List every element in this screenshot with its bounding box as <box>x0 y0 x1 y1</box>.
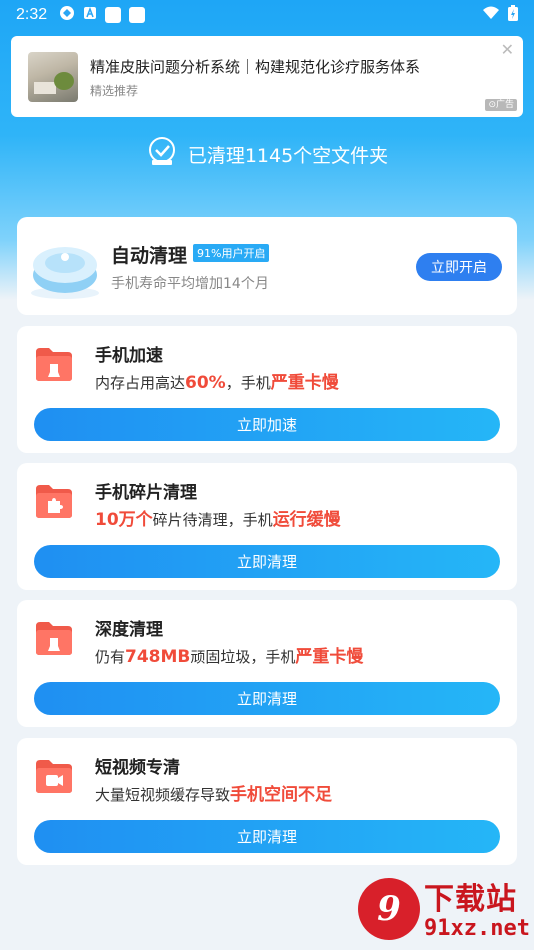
ad-title[interactable]: 精准皮肤问题分析系统｜构建规范化诊疗服务体系 <box>90 56 420 77</box>
ad-badge: ⊙广告 <box>485 99 517 111</box>
a-icon <box>83 6 97 24</box>
watermark-text: 下载站 <box>424 882 517 917</box>
ad-thumbnail[interactable] <box>28 52 78 102</box>
ad-banner[interactable]: 精准皮肤问题分析系统｜构建规范化诊疗服务体系 精选推荐 ✕ ⊙广告 <box>11 36 523 117</box>
close-icon[interactable]: ✕ <box>501 40 514 59</box>
folder-puzzle-icon <box>34 481 74 525</box>
card-title: 手机碎片清理 <box>95 483 197 503</box>
sync-icon <box>59 5 75 25</box>
status-bar: 2:32 <box>0 0 534 30</box>
clean-now-button[interactable]: 立即清理 <box>34 545 500 578</box>
app-square-icon <box>129 7 146 23</box>
folder-broom-icon <box>34 618 74 662</box>
phone-boost-card: 手机加速 内存占用高达60%，手机严重卡慢 立即加速 <box>17 326 517 453</box>
card-title: 短视频专清 <box>95 758 180 778</box>
card-description: 大量短视频缓存导致手机空间不足 <box>95 785 333 805</box>
wifi-icon <box>482 6 500 24</box>
auto-clean-subtitle: 手机寿命平均增加14个月 <box>111 276 269 292</box>
deep-clean-card: 深度清理 仍有748MB顽固垃圾，手机严重卡慢 立即清理 <box>17 600 517 727</box>
card-title: 深度清理 <box>95 620 163 640</box>
folder-broom-icon <box>34 344 74 388</box>
check-shield-icon <box>146 136 188 173</box>
card-description: 仍有748MB顽固垃圾，手机严重卡慢 <box>95 647 364 667</box>
folder-video-icon <box>34 756 74 800</box>
ad-subtitle: 精选推荐 <box>90 84 139 98</box>
auto-clean-badge: 91%用户开启 <box>193 244 270 262</box>
auto-clean-title: 自动清理 <box>111 245 188 267</box>
boost-now-button[interactable]: 立即加速 <box>34 408 500 441</box>
cleaned-text: 已清理1145个空文件夹 <box>187 145 389 167</box>
status-time: 2:32 <box>16 6 48 23</box>
watermark-url: 91xz.net <box>424 916 530 941</box>
watermark-logo: 9 <box>358 878 420 940</box>
battery-charging-icon <box>508 5 518 25</box>
fragment-clean-card: 手机碎片清理 10万个碎片待清理，手机运行缓慢 立即清理 <box>17 463 517 590</box>
short-video-clean-card: 短视频专清 大量短视频缓存导致手机空间不足 立即清理 <box>17 738 517 865</box>
cleaned-banner: 已清理1145个空文件夹 <box>0 136 534 173</box>
card-description: 10万个碎片待清理，手机运行缓慢 <box>95 510 341 530</box>
site-watermark: 9 下载站 91xz.net <box>358 874 530 946</box>
robot-vacuum-icon <box>29 235 101 305</box>
auto-clean-card: 自动清理 91%用户开启 手机寿命平均增加14个月 立即开启 <box>17 217 517 315</box>
card-title: 手机加速 <box>95 346 163 366</box>
clean-now-button[interactable]: 立即清理 <box>34 682 500 715</box>
card-description: 内存占用高达60%，手机严重卡慢 <box>95 373 339 393</box>
clean-now-button[interactable]: 立即清理 <box>34 820 500 853</box>
app-square-icon <box>105 7 122 23</box>
enable-auto-clean-button[interactable]: 立即开启 <box>416 253 502 281</box>
